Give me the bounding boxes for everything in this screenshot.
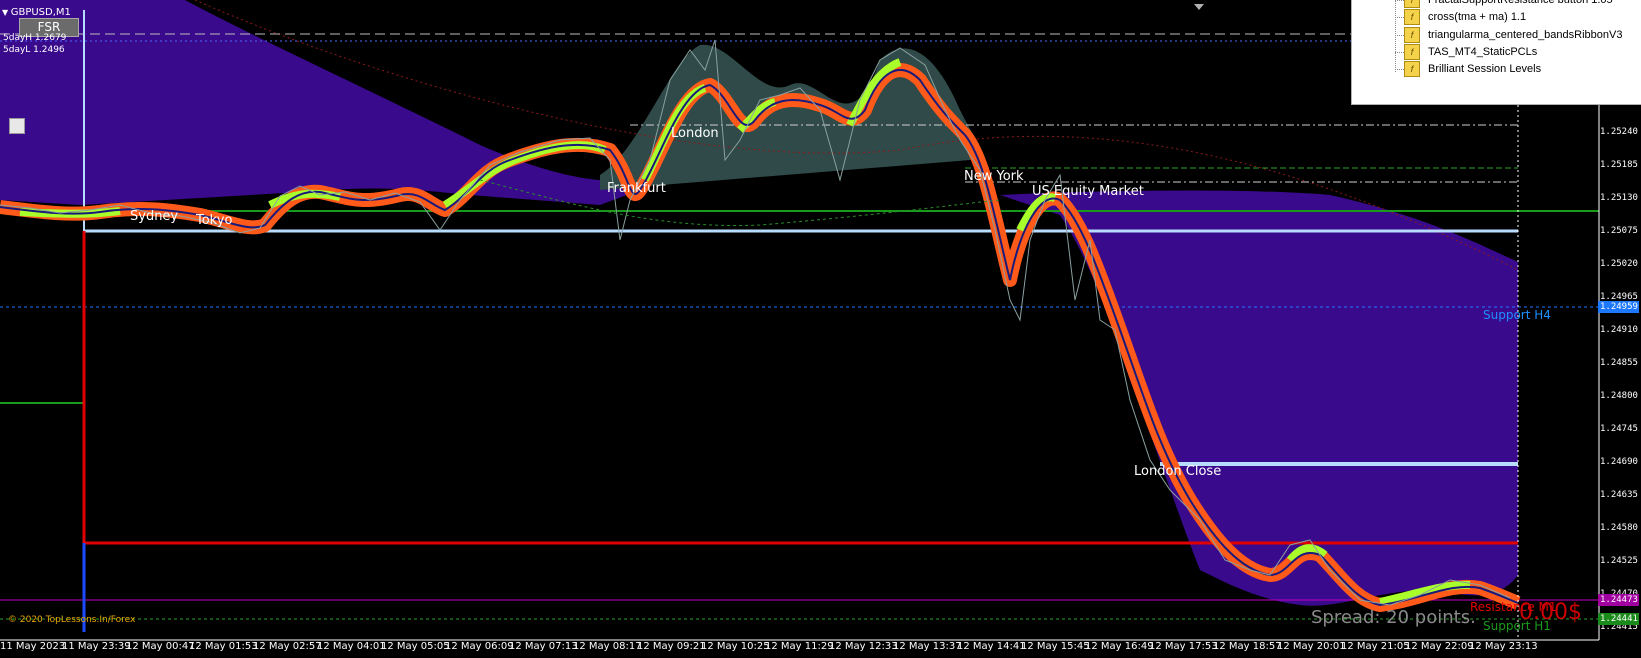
time-axis-label: 12 May 01:53 (189, 641, 258, 652)
indicator-icon: f (1404, 27, 1420, 43)
tree-connector (1395, 17, 1404, 18)
indicator-item[interactable]: f TAS_MT4_StaticPCLs (1404, 43, 1537, 61)
price-axis-label: 1.25075 (1600, 226, 1638, 236)
indicator-item[interactable]: f Brilliant Session Levels (1404, 60, 1541, 78)
symbol-text: GBPUSD,M1 (10, 7, 71, 18)
indicator-item[interactable]: f cross(tma + ma) 1.1 (1404, 8, 1526, 26)
time-axis-label: 12 May 20:01 (1277, 641, 1346, 652)
session-us-equity: US Equity Market (1032, 184, 1144, 199)
time-axis-label: 12 May 15:45 (1021, 641, 1090, 652)
time-axis-label: 12 May 06:09 (445, 641, 514, 652)
time-axis-label: 12 May 05:05 (381, 641, 450, 652)
five-day-low-label: 5dayL 1.2496 (3, 45, 65, 55)
indicator-icon: f (1404, 61, 1420, 77)
scroll-indicator-icon[interactable] (1194, 4, 1204, 10)
session-london: London (671, 126, 719, 141)
time-axis-label: 11 May 23:39 (62, 641, 131, 652)
spread-text: Spread: 20 points. (1311, 607, 1476, 628)
tree-connector (1395, 52, 1404, 53)
time-axis-label: 12 May 12:33 (829, 641, 898, 652)
time-axis-label: 12 May 07:13 (509, 641, 578, 652)
price-axis-label: 1.24525 (1600, 556, 1638, 566)
price-axis-label: 1.24745 (1600, 424, 1638, 434)
profit-text: 0.00$ (1519, 600, 1582, 625)
five-day-high-label: 5dayH 1.2679 (3, 33, 67, 43)
tree-connector (1395, 69, 1404, 70)
tree-line (1395, 0, 1397, 72)
price-axis-label: 1.24855 (1600, 358, 1638, 368)
indicators-panel: f FractalSupportResistance button 1.05 f cr… (1351, 0, 1641, 105)
price-axis-label: 1.25185 (1600, 160, 1638, 170)
time-axis-label: 12 May 11:29 (765, 641, 834, 652)
indicator-label: FractalSupportResistance button 1.05 (1428, 0, 1613, 6)
time-axis-label: 12 May 04:01 (317, 641, 386, 652)
price-axis-label: 1.24910 (1600, 325, 1638, 335)
time-axis-label: 12 May 17:53 (1149, 641, 1218, 652)
price-axis-label: 1.24635 (1600, 490, 1638, 500)
time-axis-label: 11 May 2023 (0, 641, 66, 652)
indicator-item[interactable]: f triangularma_centered_bandsRibbonV3 (1404, 26, 1622, 44)
time-axis-label: 12 May 02:57 (253, 641, 322, 652)
price-axis-label: 1.25240 (1600, 127, 1638, 137)
session-new-york: New York (964, 169, 1024, 184)
price-tag-magenta: 1.24473 (1598, 594, 1639, 606)
indicator-icon: f (1404, 0, 1420, 8)
session-tokyo: Tokyo (196, 213, 233, 228)
indicator-icon: f (1404, 9, 1420, 25)
time-axis-label: 12 May 14:41 (957, 641, 1026, 652)
price-tag-green: 1.24441 (1598, 613, 1639, 625)
time-axis-label: 12 May 21:05 (1341, 641, 1410, 652)
time-axis-label: 12 May 23:13 (1469, 641, 1538, 652)
indicator-label: Brilliant Session Levels (1428, 63, 1542, 75)
price-axis-label: 1.24580 (1600, 523, 1638, 533)
tree-connector (1395, 0, 1404, 1)
price-axis-label: 1.25020 (1600, 259, 1638, 269)
session-sydney: Sydney (130, 209, 179, 224)
price-tag-blue: 1.24959 (1598, 301, 1639, 313)
session-frankfurt: Frankfurt (607, 181, 666, 196)
time-axis-label: 12 May 00:47 (126, 641, 195, 652)
indicator-label: triangularma_centered_bandsRibbonV3 (1428, 29, 1623, 41)
time-axis-label: 12 May 08:17 (573, 641, 642, 652)
copyright-text: © 2020 TopLessons.In/Forex (8, 615, 136, 625)
time-axis-label: 12 May 09:21 (637, 641, 706, 652)
time-axis-label: 12 May 16:49 (1085, 641, 1154, 652)
indicator-icon: f (1404, 44, 1420, 60)
toggle-checkbox[interactable] (9, 118, 25, 134)
time-axis-label: 12 May 13:37 (893, 641, 962, 652)
session-london-close: London Close (1134, 464, 1222, 479)
time-axis-label: 12 May 18:57 (1213, 641, 1282, 652)
tree-connector (1395, 35, 1404, 36)
time-axis-label: 12 May 10:25 (701, 641, 770, 652)
price-axis-label: 1.25130 (1600, 193, 1638, 203)
price-axis-label: 1.24690 (1600, 457, 1638, 467)
price-axis-label: 1.24800 (1600, 391, 1638, 401)
symbol-label: ▼ GBPUSD,M1 (2, 7, 71, 18)
indicator-label: cross(tma + ma) 1.1 (1428, 11, 1527, 23)
support-h4-label: Support H4 (1483, 308, 1551, 322)
indicator-label: TAS_MT4_StaticPCLs (1428, 46, 1538, 58)
time-axis-label: 12 May 22:09 (1405, 641, 1474, 652)
